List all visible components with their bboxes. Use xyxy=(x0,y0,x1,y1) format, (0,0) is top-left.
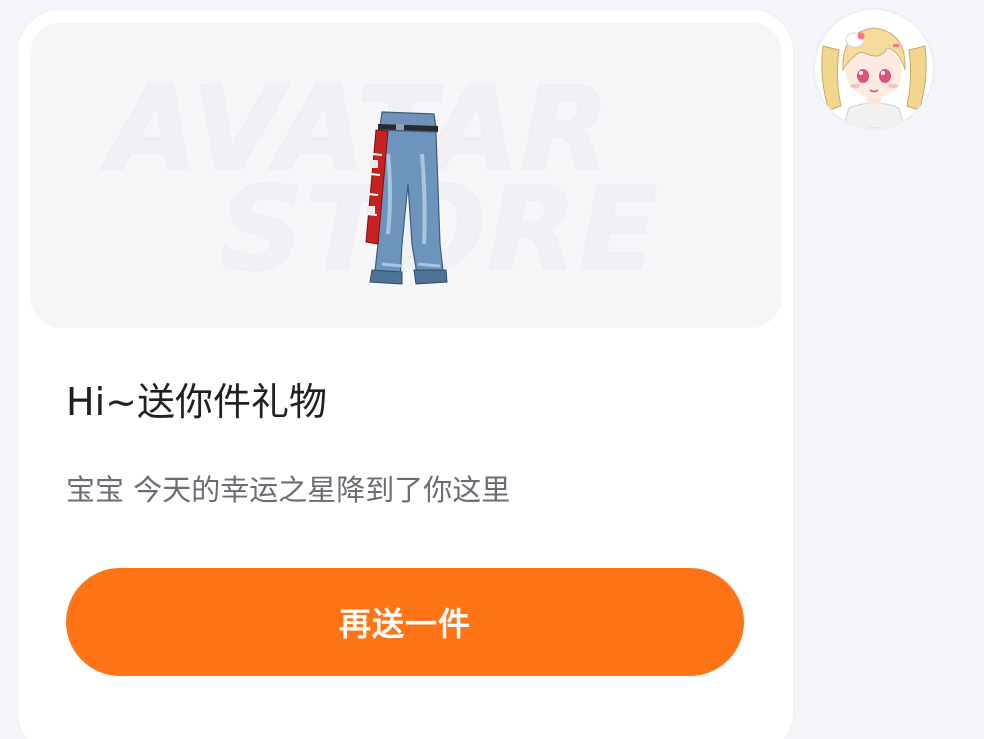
gift-subtitle: 宝宝 今天的幸运之星降到了你这里 xyxy=(66,473,511,507)
send-another-button[interactable]: 再送一件 xyxy=(66,568,744,676)
gift-banner: AVATAR STORE xyxy=(30,22,782,328)
anime-girl-avatar-icon xyxy=(815,10,933,128)
baggy-jeans-icon[interactable] xyxy=(348,94,448,294)
gift-title: Hi~送你件礼物 xyxy=(66,380,327,424)
gift-message-card: AVATAR STORE xyxy=(18,10,793,739)
chat-screen: AVATAR STORE xyxy=(0,0,984,739)
sender-avatar[interactable] xyxy=(815,10,933,128)
